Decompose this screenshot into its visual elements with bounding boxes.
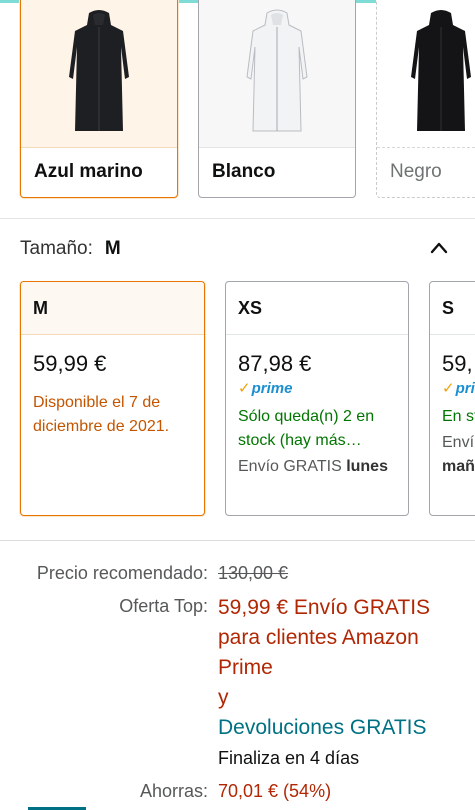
size-option-xs[interactable]: XS 87,98 € ✓ prime Sólo queda(n) 2 en st…: [225, 281, 409, 516]
shipping-prefix: Enví: [442, 434, 475, 451]
color-option-negro[interactable]: Negro: [376, 0, 475, 198]
offer-ends-text: Finaliza en 4 días: [218, 748, 360, 768]
prime-check-icon: ✓: [442, 380, 455, 397]
offer-line: para clientes Amazon: [218, 626, 419, 649]
color-label: Azul marino: [21, 147, 177, 195]
shipping-text: Envío GRATIS lunes: [238, 455, 396, 479]
shipping-day: lunes: [346, 458, 388, 475]
availability-text: En st: [442, 408, 475, 425]
size-price: 59,99 €: [33, 351, 107, 376]
color-label: Negro: [377, 147, 475, 195]
rrp-value: 130,00 €: [218, 563, 289, 583]
offer-label: Oferta Top:: [119, 596, 208, 616]
size-option-s[interactable]: S 59, ✓ pri En st Enví mañ: [429, 281, 475, 516]
size-name: M: [21, 282, 204, 335]
shipping-day: mañ: [442, 458, 475, 475]
offer-line: y: [218, 686, 229, 709]
size-label: Tamaño:: [20, 238, 93, 259]
offer-line: 59,99 € Envío GRATIS: [218, 596, 431, 619]
chevron-up-icon[interactable]: [429, 238, 449, 258]
size-price: 87,98 €: [238, 351, 312, 376]
product-image-azul-marino: [21, 0, 177, 147]
offer-line: Prime: [218, 656, 273, 679]
size-option-m[interactable]: M 59,99 € Disponible el 7 de diciembre d…: [20, 281, 205, 516]
availability-text: Sólo queda(n) 2 en stock (hay más…: [238, 408, 375, 449]
prime-check-icon: ✓: [238, 380, 251, 397]
product-image-blanco: [199, 0, 355, 147]
size-price: 59,: [442, 351, 473, 376]
size-selector: M 59,99 € Disponible el 7 de diciembre d…: [0, 281, 475, 521]
shipping-prefix: Envío GRATIS: [238, 458, 342, 475]
availability-text: Disponible el 7 de diciembre de 2021.: [33, 394, 170, 435]
size-name: S: [430, 282, 475, 335]
prime-label: pri: [455, 379, 475, 397]
coat-image: [411, 10, 471, 131]
size-header[interactable]: Tamaño: M: [20, 234, 455, 264]
savings-label: Ahorras:: [139, 781, 208, 801]
size-name: XS: [226, 282, 408, 335]
price-section: Precio recomendado: 130,00 € Oferta Top:…: [0, 540, 475, 810]
prime-badge: ✓ prime: [238, 379, 396, 398]
savings-value: 70,01 € (54%): [218, 781, 332, 801]
color-label: Blanco: [199, 147, 355, 195]
size-selected-value: M: [104, 238, 121, 259]
offer-details: 59,99 € Envío GRATIS para clientes Amazo…: [218, 593, 468, 773]
rrp-label: Precio recomendado:: [36, 563, 208, 583]
coat-image: [246, 9, 308, 132]
free-returns-link[interactable]: Devoluciones GRATIS: [218, 713, 468, 743]
color-option-blanco[interactable]: Blanco: [198, 0, 356, 198]
color-option-azul-marino[interactable]: Azul marino: [20, 0, 178, 198]
shipping-text: Enví mañ: [442, 431, 475, 479]
color-selector: Azul marino Blanco Negro: [0, 0, 475, 200]
section-divider: [0, 218, 475, 219]
prime-badge: ✓ pri: [442, 379, 475, 398]
coat-image: [69, 10, 129, 131]
product-image-negro: [377, 0, 475, 147]
prime-label: prime: [251, 379, 293, 397]
